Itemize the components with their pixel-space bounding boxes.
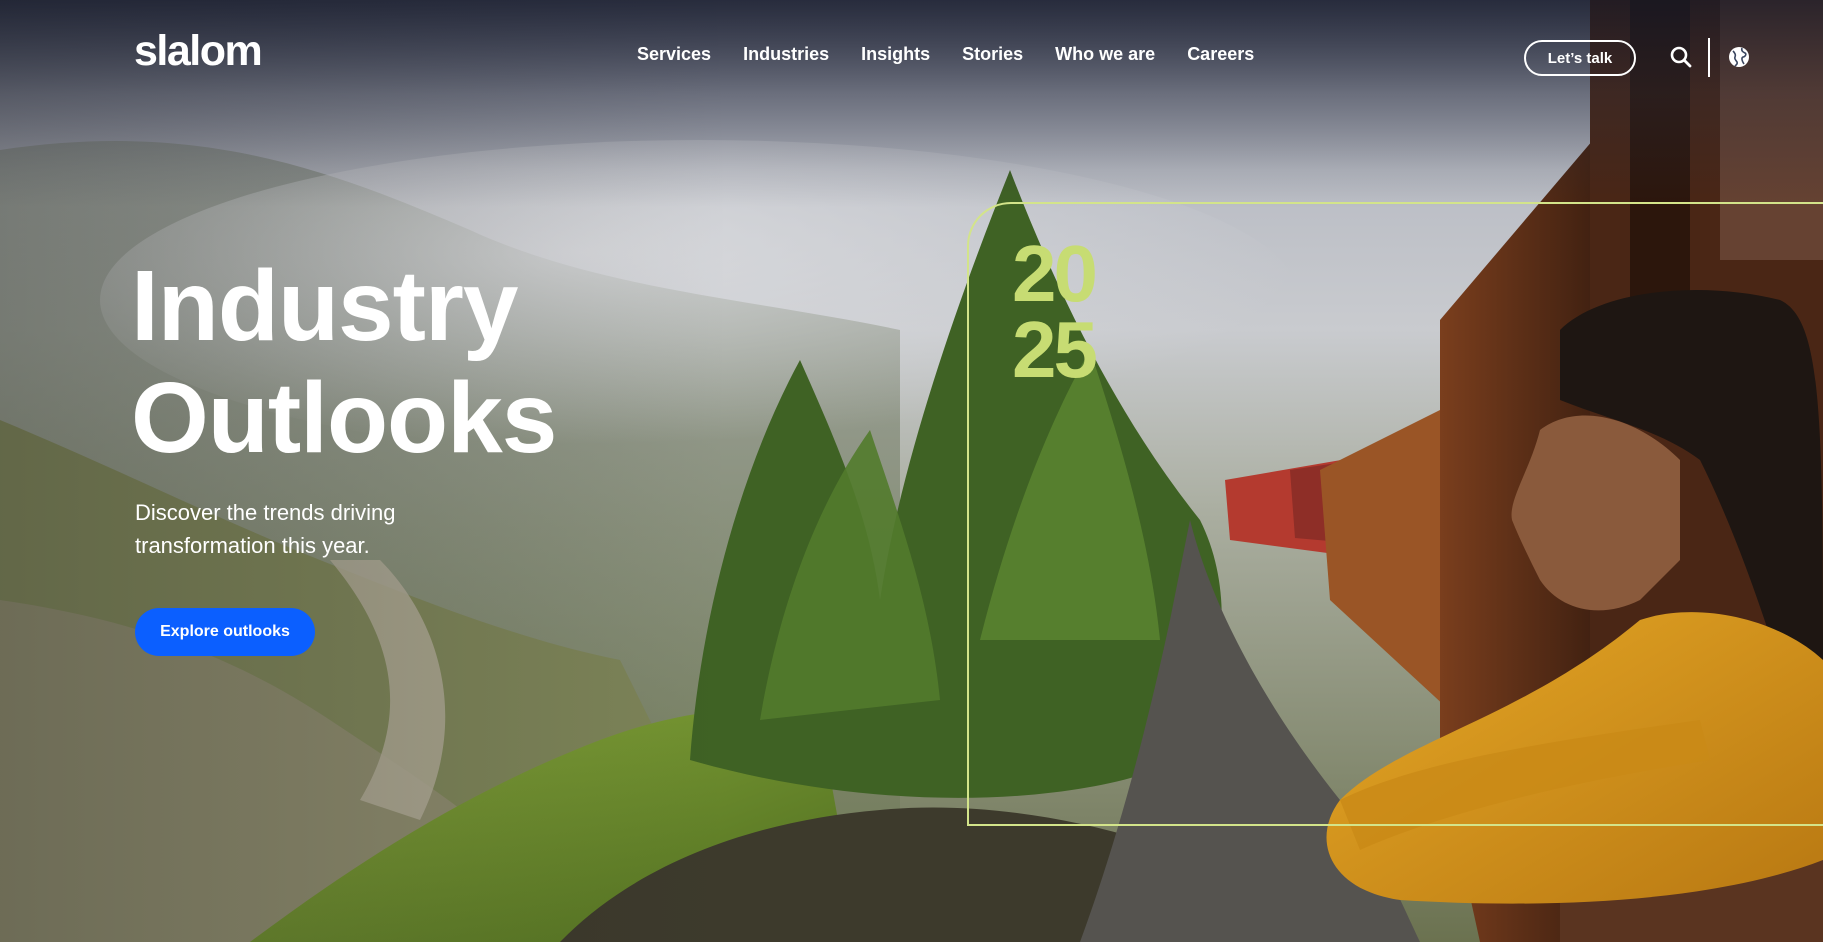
main-nav: Services Industries Insights Stories Who… (637, 44, 1286, 65)
search-icon (1670, 46, 1692, 68)
hero-title-line-2: Outlooks (131, 362, 557, 474)
globe-icon (1729, 47, 1749, 67)
header-divider (1708, 38, 1710, 77)
lets-talk-button[interactable]: Let’s talk (1524, 40, 1636, 76)
hero-title: Industry Outlooks (131, 250, 557, 474)
nav-item-stories[interactable]: Stories (962, 44, 1023, 65)
nav-item-insights[interactable]: Insights (861, 44, 930, 65)
nav-item-careers[interactable]: Careers (1187, 44, 1254, 65)
search-button[interactable] (1668, 44, 1694, 70)
year-badge: 20 25 (1012, 229, 1098, 394)
year-frame (967, 202, 1823, 826)
site-header: slalom Services Industries Insights Stor… (0, 0, 1823, 115)
hero-title-line-1: Industry (131, 250, 518, 362)
hero-subtitle: Discover the trends driving transformati… (135, 500, 396, 558)
year-bottom: 25 (1012, 305, 1098, 394)
year-top: 20 (1012, 229, 1098, 318)
slalom-logo[interactable]: slalom (134, 30, 263, 73)
nav-item-services[interactable]: Services (637, 44, 711, 65)
language-button[interactable] (1726, 44, 1752, 70)
nav-item-industries[interactable]: Industries (743, 44, 829, 65)
explore-outlooks-button[interactable]: Explore outlooks (135, 608, 315, 656)
nav-item-who-we-are[interactable]: Who we are (1055, 44, 1155, 65)
